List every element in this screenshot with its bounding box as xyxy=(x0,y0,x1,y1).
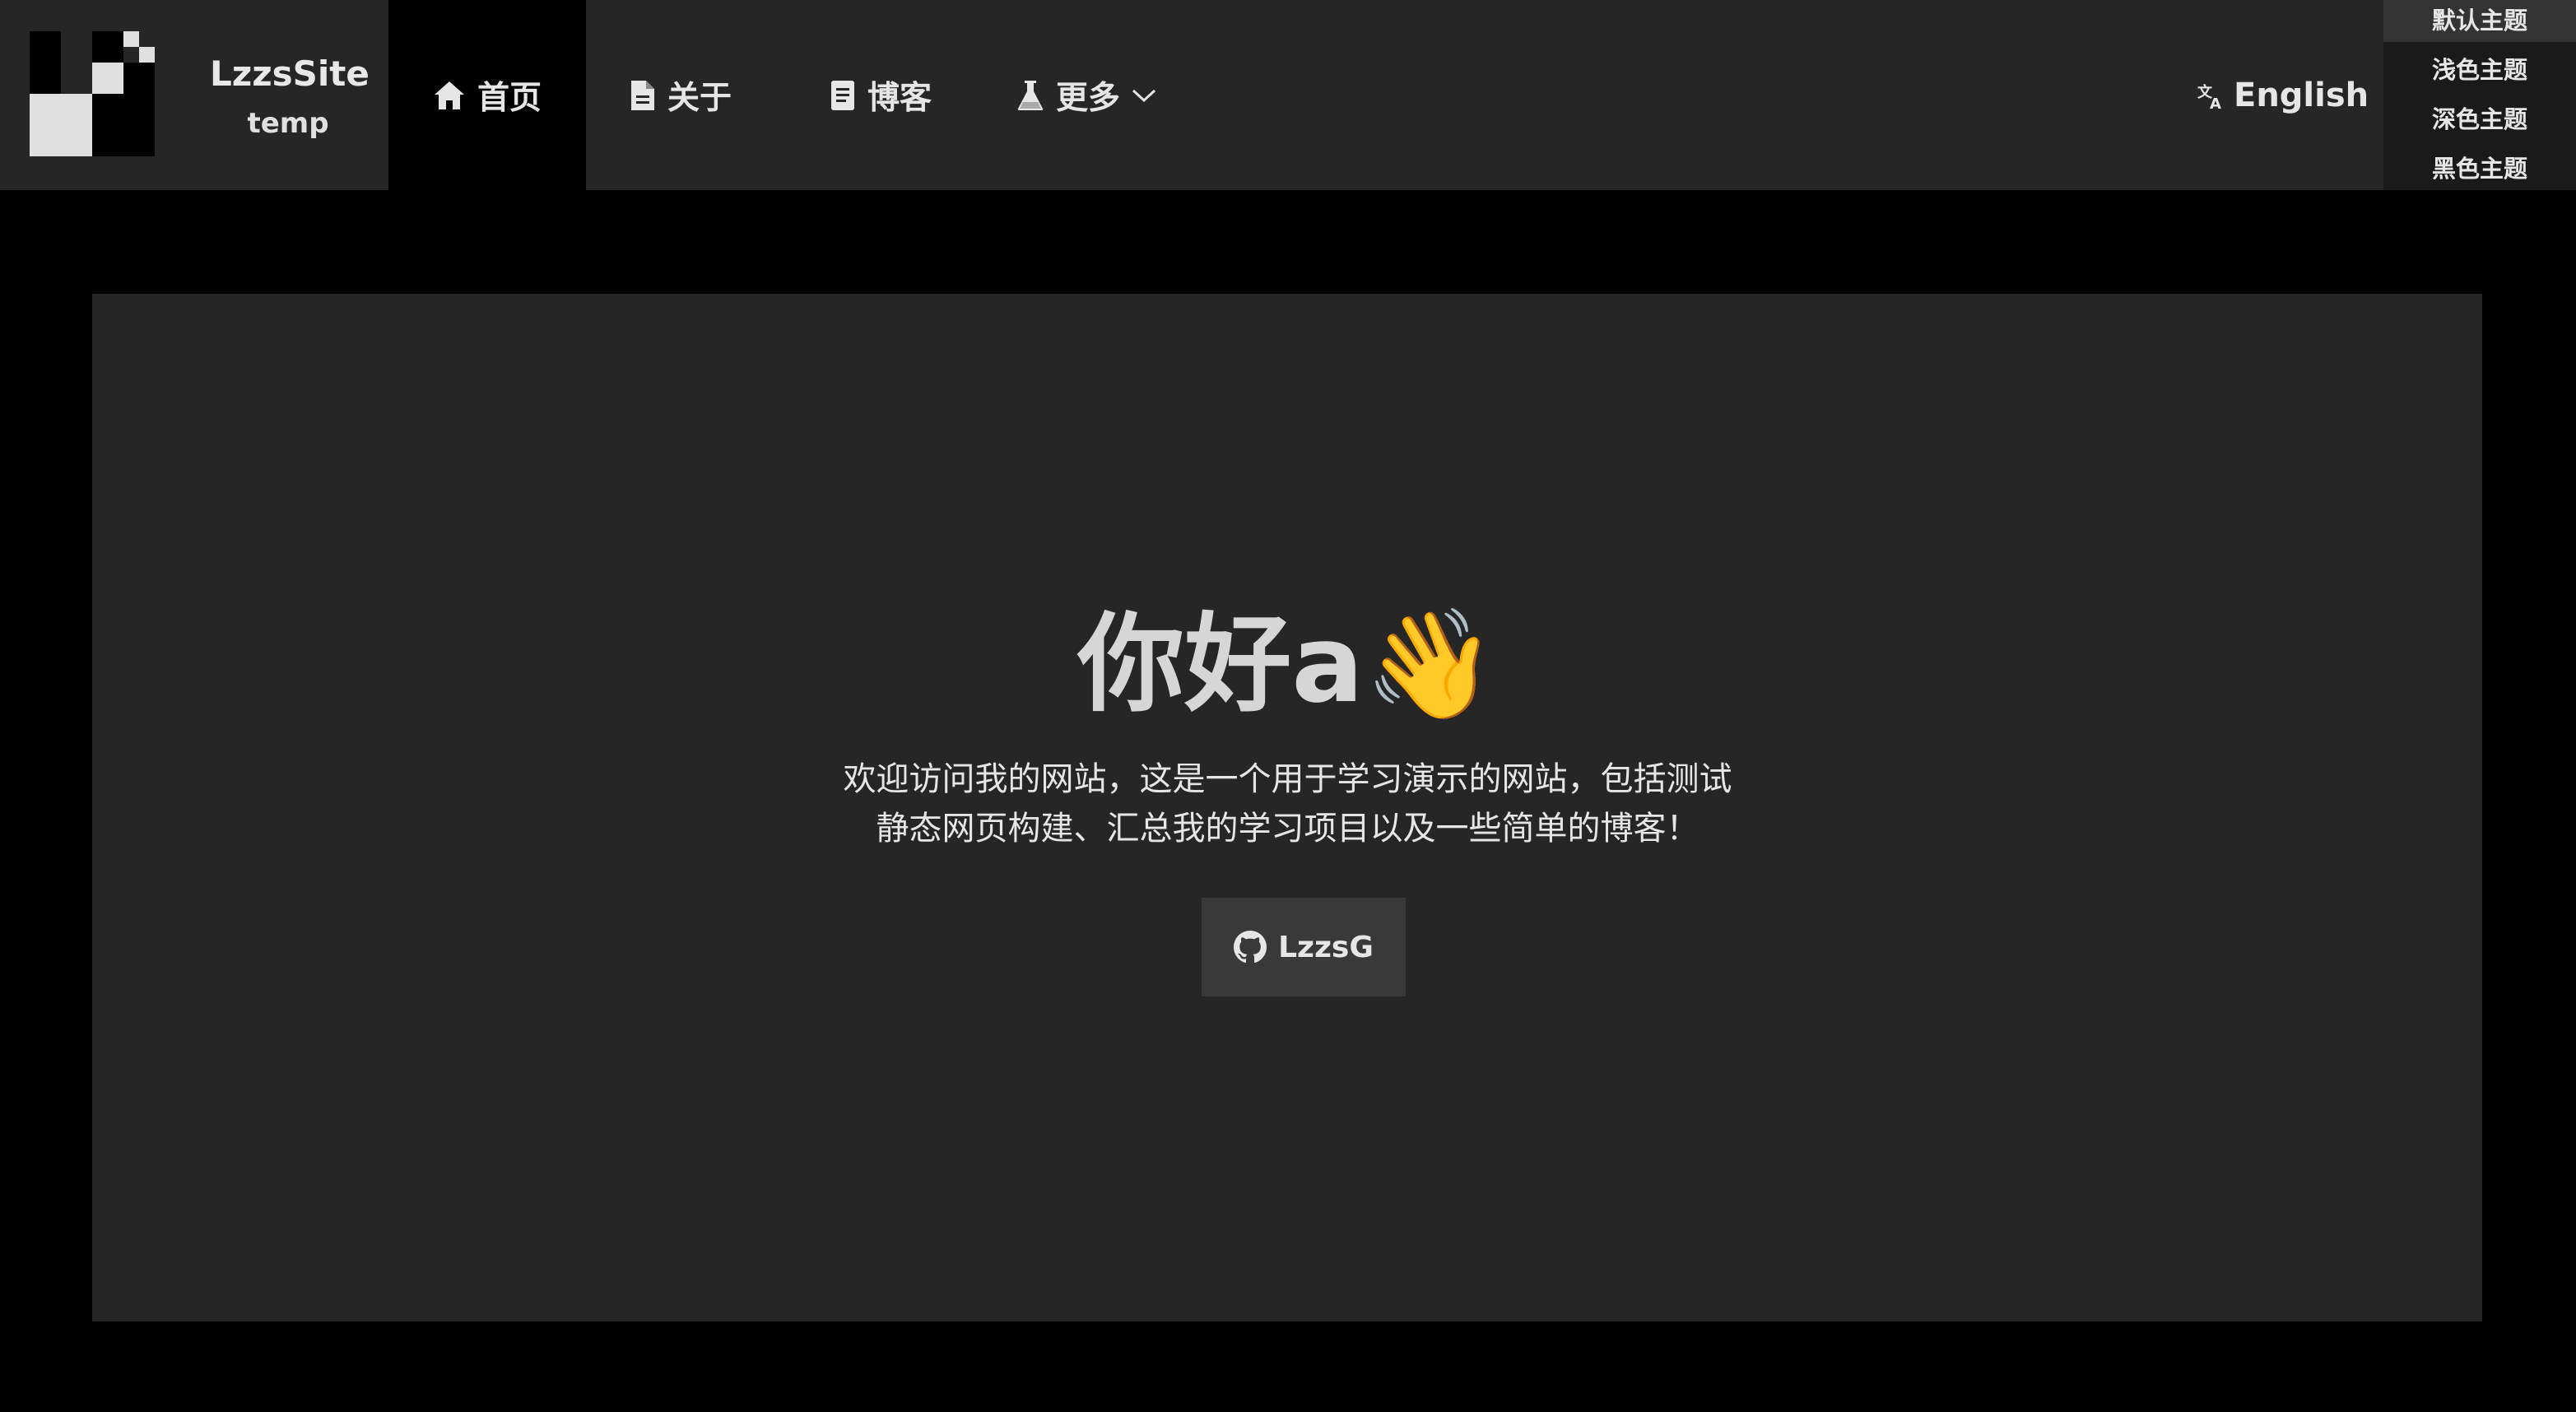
theme-menu: 默认主题 浅色主题 深色主题 黑色主题 xyxy=(2383,0,2576,190)
nav-label-about: 关于 xyxy=(667,79,732,117)
nav-label-more: 更多 xyxy=(1055,79,1120,117)
nav-item-about[interactable]: 关于 xyxy=(586,0,775,190)
logo xyxy=(30,31,155,156)
theme-item-light[interactable]: 浅色主题 xyxy=(2383,49,2576,99)
brand-subtitle: temp xyxy=(247,107,329,140)
theme-item-black[interactable]: 黑色主题 xyxy=(2383,148,2576,197)
github-icon xyxy=(1234,931,1267,964)
nav-label-home: 首页 xyxy=(477,79,542,117)
language-switch[interactable]: 文A English xyxy=(2197,0,2369,190)
brand[interactable]: LzzsSite temp xyxy=(0,0,388,190)
github-button[interactable]: LzzsG xyxy=(1202,898,1406,996)
document-icon xyxy=(830,79,856,112)
language-label: English xyxy=(2234,76,2369,114)
chevron-down-icon xyxy=(1132,88,1156,103)
hero-panel: 你好a👋 欢迎访问我的网站，这是一个用于学习演示的网站，包括测试静态网页构建、汇… xyxy=(92,294,2482,1321)
svg-text:A: A xyxy=(2210,95,2221,110)
brand-name: LzzsSite xyxy=(210,53,370,94)
nav-label-blog: 博客 xyxy=(867,79,932,117)
github-button-label: LzzsG xyxy=(1278,930,1374,964)
hero-title: 你好a👋 xyxy=(1077,601,1497,727)
nav-item-more[interactable]: 更多 xyxy=(988,0,1185,190)
file-icon xyxy=(630,79,656,112)
nav-item-home[interactable]: 首页 xyxy=(388,0,586,190)
home-icon xyxy=(433,80,466,111)
flask-icon xyxy=(1016,79,1044,112)
translate-icon: 文A xyxy=(2197,81,2227,110)
theme-item-default[interactable]: 默认主题 xyxy=(2383,0,2576,42)
nav-item-blog[interactable]: 博客 xyxy=(790,0,971,190)
theme-item-dark[interactable]: 深色主题 xyxy=(2383,99,2576,148)
navbar: LzzsSite temp 首页 关于 博客 更多 文A English 默认主… xyxy=(0,0,2576,190)
hero-description: 欢迎访问我的网站，这是一个用于学习演示的网站，包括测试静态网页构建、汇总我的学习… xyxy=(843,760,1732,848)
